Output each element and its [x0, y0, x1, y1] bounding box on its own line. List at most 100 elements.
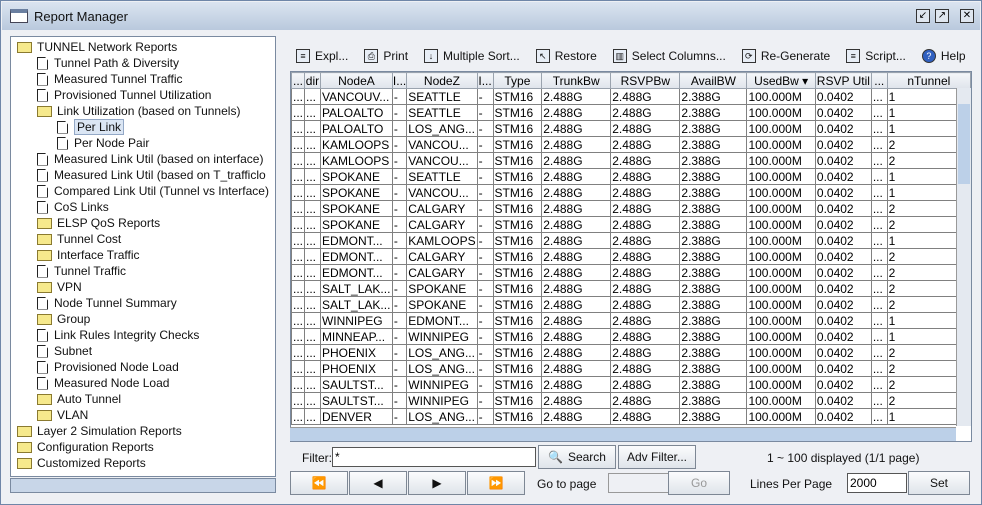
- tree-item[interactable]: Per Node Pair: [57, 135, 149, 151]
- tree-item[interactable]: Measured Link Util (based on T_trafficlo: [37, 167, 266, 183]
- tree-item[interactable]: Provisioned Node Load: [37, 359, 179, 375]
- table-row[interactable]: ...... SPOKANE - VANCOU... - STM16 2.488G 2.488…: [291, 184, 971, 201]
- table-row[interactable]: ...... KAMLOOPS - VANCOU... - STM16 2.488G 2.48…: [291, 152, 971, 169]
- table-row[interactable]: ...... SALT_LAK... - SPOKANE - STM16 2.488G 2.4…: [291, 296, 971, 313]
- adv-filter-button[interactable]: Adv Filter...: [618, 445, 696, 469]
- table-cell: -: [391, 248, 408, 265]
- table-row[interactable]: ...... MINNEAP... - WINNIPEG - STM16 2.488G 2.4…: [291, 328, 971, 345]
- tree-item[interactable]: Node Tunnel Summary: [37, 295, 177, 311]
- filter-input[interactable]: [332, 447, 536, 467]
- column-header[interactable]: I...: [391, 72, 408, 89]
- table-row[interactable]: ...... EDMONT... - CALGARY - STM16 2.488G 2.488…: [291, 248, 971, 265]
- minimize-button[interactable]: ↙: [916, 9, 930, 23]
- close-button[interactable]: ✕: [960, 9, 974, 23]
- tree-item[interactable]: Interface Traffic: [37, 247, 139, 263]
- maximize-button[interactable]: ↗: [935, 9, 949, 23]
- table-row[interactable]: ...... SPOKANE - SEATTLE - STM16 2.488G 2.488G 2…: [291, 168, 971, 185]
- tree-item-label: Compared Link Util (Tunnel vs Interface): [54, 184, 269, 198]
- table-row[interactable]: ...... VANCOUV... - SEATTLE - STM16 2.488G 2.48…: [291, 88, 971, 105]
- tree-item[interactable]: Tunnel Traffic: [37, 263, 126, 279]
- column-header[interactable]: ...: [291, 72, 306, 89]
- table-horizontal-scrollbar[interactable]: [290, 427, 956, 441]
- next-page-button[interactable]: ▶: [408, 471, 466, 495]
- prev-page-button[interactable]: ◀: [349, 471, 407, 495]
- tree-item[interactable]: Link Utilization (based on Tunnels): [37, 103, 240, 119]
- column-header[interactable]: RSVP Util: [814, 72, 872, 89]
- table-cell: 2.488G: [541, 264, 612, 281]
- tree-item[interactable]: Measured Node Load: [37, 375, 169, 391]
- go-button[interactable]: Go: [668, 471, 730, 495]
- toolbar-button[interactable]: ⟳ Re-Generate: [736, 45, 836, 67]
- lines-per-page-input[interactable]: [847, 473, 907, 493]
- column-header[interactable]: dir: [304, 72, 321, 89]
- table-row[interactable]: ...... DENVER - LOS_ANG... - STM16 2.488G 2.488…: [291, 408, 971, 425]
- column-header[interactable]: Type: [492, 72, 543, 89]
- tree-item[interactable]: Subnet: [37, 343, 92, 359]
- column-header[interactable]: nTunnel: [886, 72, 971, 89]
- tree-item[interactable]: Customized Reports: [17, 455, 146, 471]
- column-header[interactable]: UsedBw ▾: [746, 72, 816, 89]
- table-row[interactable]: ...... PALOALTO - LOS_ANG... - STM16 2.488G 2.4…: [291, 120, 971, 137]
- tree-item[interactable]: CoS Links: [37, 199, 109, 215]
- first-page-button[interactable]: ⏪: [290, 471, 348, 495]
- column-header[interactable]: AvailBW: [679, 72, 748, 89]
- table-row[interactable]: ...... PALOALTO - SEATTLE - STM16 2.488G 2.488G…: [291, 104, 971, 121]
- toolbar-button[interactable]: ≡ Script...: [840, 45, 912, 67]
- tree-horizontal-scrollbar[interactable]: [10, 478, 276, 493]
- table-row[interactable]: ...... SPOKANE - CALGARY - STM16 2.488G 2.488G 2…: [291, 200, 971, 217]
- table-row[interactable]: ...... KAMLOOPS - VANCOU... - STM16 2.488G 2.48…: [291, 136, 971, 153]
- toolbar-button[interactable]: ↓ Multiple Sort...: [418, 45, 526, 67]
- tree-item[interactable]: Group: [37, 311, 90, 327]
- report-tree[interactable]: TUNNEL Network Reports Tunnel Path & Dive…: [10, 36, 276, 477]
- tree-item[interactable]: Measured Tunnel Traffic: [37, 71, 183, 87]
- set-button[interactable]: Set: [908, 471, 970, 495]
- toolbar-button[interactable]: ? Help: [916, 45, 972, 67]
- tree-item[interactable]: Provisioned Tunnel Utilization: [37, 87, 211, 103]
- table-cell: ...: [291, 312, 306, 329]
- tree-item[interactable]: Tunnel Path & Diversity: [37, 55, 179, 71]
- tree-item[interactable]: Layer 2 Simulation Reports: [17, 423, 182, 439]
- tree-item[interactable]: Measured Link Util (based on interface): [37, 151, 263, 167]
- tree-item[interactable]: Auto Tunnel: [37, 391, 121, 407]
- table-row[interactable]: ...... SPOKANE - CALGARY - STM16 2.488G 2.488G 2…: [291, 216, 971, 233]
- table-row[interactable]: ...... SAULTST... - WINNIPEG - STM16 2.488G 2.4…: [291, 376, 971, 393]
- tree-item[interactable]: Per Link: [57, 119, 125, 135]
- table-vertical-scrollbar[interactable]: [956, 88, 971, 426]
- column-header[interactable]: NodeA: [319, 72, 393, 89]
- toolbar-button[interactable]: ⎙ Print: [358, 45, 414, 67]
- table-row[interactable]: ...... EDMONT... - KAMLOOPS - STM16 2.488G 2.48…: [291, 232, 971, 249]
- tree-item-label: Interface Traffic: [57, 248, 140, 262]
- tree-item[interactable]: VLAN: [37, 407, 88, 423]
- tree-item[interactable]: Link Rules Integrity Checks: [37, 327, 199, 343]
- column-header[interactable]: TrunkBw: [541, 72, 612, 89]
- column-header[interactable]: NodeZ: [406, 72, 478, 89]
- table-row[interactable]: ...... PHOENIX - LOS_ANG... - STM16 2.488G 2.48…: [291, 344, 971, 361]
- scroll-thumb[interactable]: [958, 104, 970, 184]
- column-header[interactable]: RSVPBw: [610, 72, 681, 89]
- table-cell: SPOKANE: [319, 184, 393, 201]
- table-row[interactable]: ...... SAULTST... - WINNIPEG - STM16 2.488G 2.4…: [291, 392, 971, 409]
- toolbar-button[interactable]: ▥ Select Columns...: [607, 45, 732, 67]
- tree-item[interactable]: TUNNEL Network Reports: [17, 39, 177, 55]
- last-page-button[interactable]: ⏩: [467, 471, 525, 495]
- table-row[interactable]: ...... SALT_LAK... - SPOKANE - STM16 2.488G 2.4…: [291, 280, 971, 297]
- table-cell: -: [391, 168, 408, 185]
- column-header[interactable]: ...: [870, 72, 888, 89]
- toolbar-button[interactable]: ↖ Restore: [530, 45, 603, 67]
- tree-item[interactable]: VPN: [37, 279, 82, 295]
- table-row[interactable]: ...... PHOENIX - LOS_ANG... - STM16 2.488G 2.48…: [291, 360, 971, 377]
- report-table[interactable]: ... dir NodeA I... NodeZ I... Type TrunkBw RSVPB…: [290, 71, 972, 442]
- toolbar-button[interactable]: ≡ Expl...: [290, 45, 354, 67]
- tree-item[interactable]: Configuration Reports: [17, 439, 154, 455]
- table-cell: -: [391, 88, 408, 105]
- table-cell: 2.388G: [679, 152, 748, 169]
- table-row[interactable]: ...... WINNIPEG - EDMONT... - STM16 2.488G 2.48…: [291, 312, 971, 329]
- search-button[interactable]: 🔍 Search: [538, 445, 616, 469]
- tree-item[interactable]: Tunnel Cost: [37, 231, 121, 247]
- goto-page-input[interactable]: [608, 473, 670, 493]
- table-row[interactable]: ...... EDMONT... - CALGARY - STM16 2.488G 2.488…: [291, 264, 971, 281]
- column-header[interactable]: I...: [476, 72, 494, 89]
- tree-item[interactable]: Compared Link Util (Tunnel vs Interface): [37, 183, 269, 199]
- table-cell: 0.0402: [814, 152, 872, 169]
- tree-item[interactable]: ELSP QoS Reports: [37, 215, 160, 231]
